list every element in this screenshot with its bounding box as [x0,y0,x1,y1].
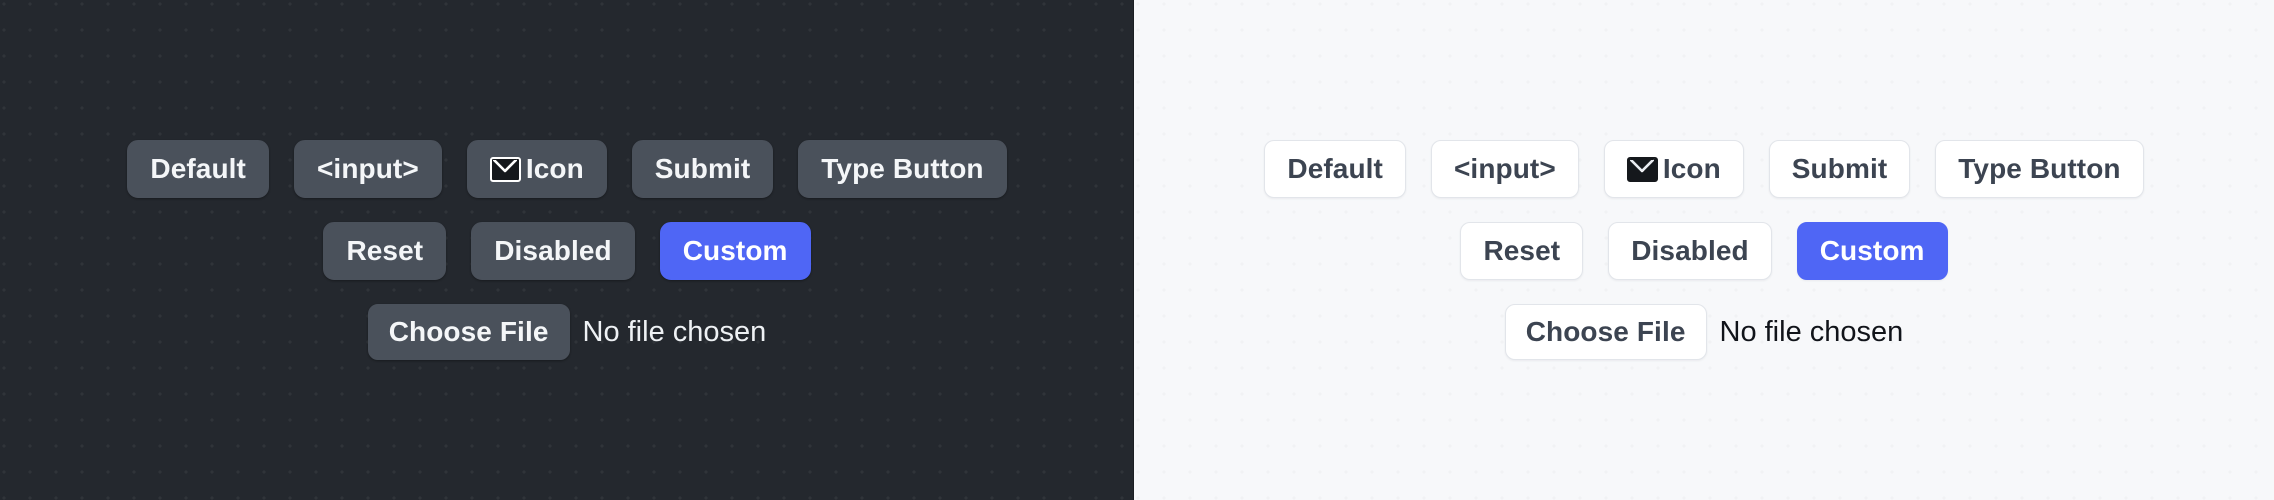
button-row-primary: Default <input> Icon Submit Type Button [127,140,1007,198]
envelope-flap-icon [493,159,518,172]
reset-button[interactable]: Reset [323,222,447,280]
disabled-button: Disabled [471,222,635,280]
envelope-flap-icon [1630,159,1655,172]
reset-button-label: Reset [1483,235,1561,266]
custom-button-label: Custom [682,235,788,266]
button-row-primary: Default <input> Icon Submit Type Button [1264,140,2144,198]
dark-theme-panel: Default <input> Icon Submit Type Button [0,0,1134,500]
file-status-text: No file chosen [1719,315,1904,348]
icon-button-label: Icon [525,153,584,184]
default-button[interactable]: Default [1264,140,1406,198]
icon-button[interactable]: Icon [466,140,607,198]
disabled-button-label: Disabled [494,235,612,266]
input-button-label: <input> [316,153,419,184]
reset-button[interactable]: Reset [1460,222,1584,280]
input-button[interactable]: <input> [1430,140,1579,198]
type-button[interactable]: Type Button [798,140,1007,198]
custom-button[interactable]: Custom [659,222,811,280]
submit-button[interactable]: Submit [1768,140,1911,198]
submit-button-label: Submit [1791,153,1888,184]
disabled-button: Disabled [1608,222,1772,280]
reset-button-label: Reset [346,235,424,266]
submit-button-label: Submit [654,153,751,184]
choose-file-button-label: Choose File [1525,316,1686,347]
button-row-secondary: Reset Disabled Custom [1460,222,1948,280]
default-button-label: Default [150,153,246,184]
light-theme-panel: Default <input> Icon Submit Type Button [1134,0,2274,500]
custom-button[interactable]: Custom [1796,222,1948,280]
file-input-row: Choose File No file chosen [1504,304,1904,360]
file-status-text: No file chosen [582,315,767,348]
input-button-label: <input> [1453,153,1556,184]
choose-file-button[interactable]: Choose File [1504,304,1707,360]
type-button[interactable]: Type Button [1935,140,2144,198]
button-group: Default <input> Icon Submit Type Button [1264,140,2144,360]
choose-file-button[interactable]: Choose File [367,304,570,360]
choose-file-button-label: Choose File [388,316,549,347]
custom-button-label: Custom [1819,235,1925,266]
button-row-secondary: Reset Disabled Custom [323,222,811,280]
envelope-icon [489,156,521,182]
type-button-label: Type Button [821,153,984,184]
type-button-label: Type Button [1958,153,2121,184]
input-button[interactable]: <input> [293,140,442,198]
icon-button[interactable]: Icon [1603,140,1744,198]
icon-button-label: Icon [1662,153,1721,184]
submit-button[interactable]: Submit [631,140,774,198]
button-group: Default <input> Icon Submit Type Button [127,140,1007,360]
envelope-icon [1626,156,1658,182]
default-button[interactable]: Default [127,140,269,198]
default-button-label: Default [1287,153,1383,184]
disabled-button-label: Disabled [1631,235,1749,266]
file-input-row: Choose File No file chosen [367,304,767,360]
